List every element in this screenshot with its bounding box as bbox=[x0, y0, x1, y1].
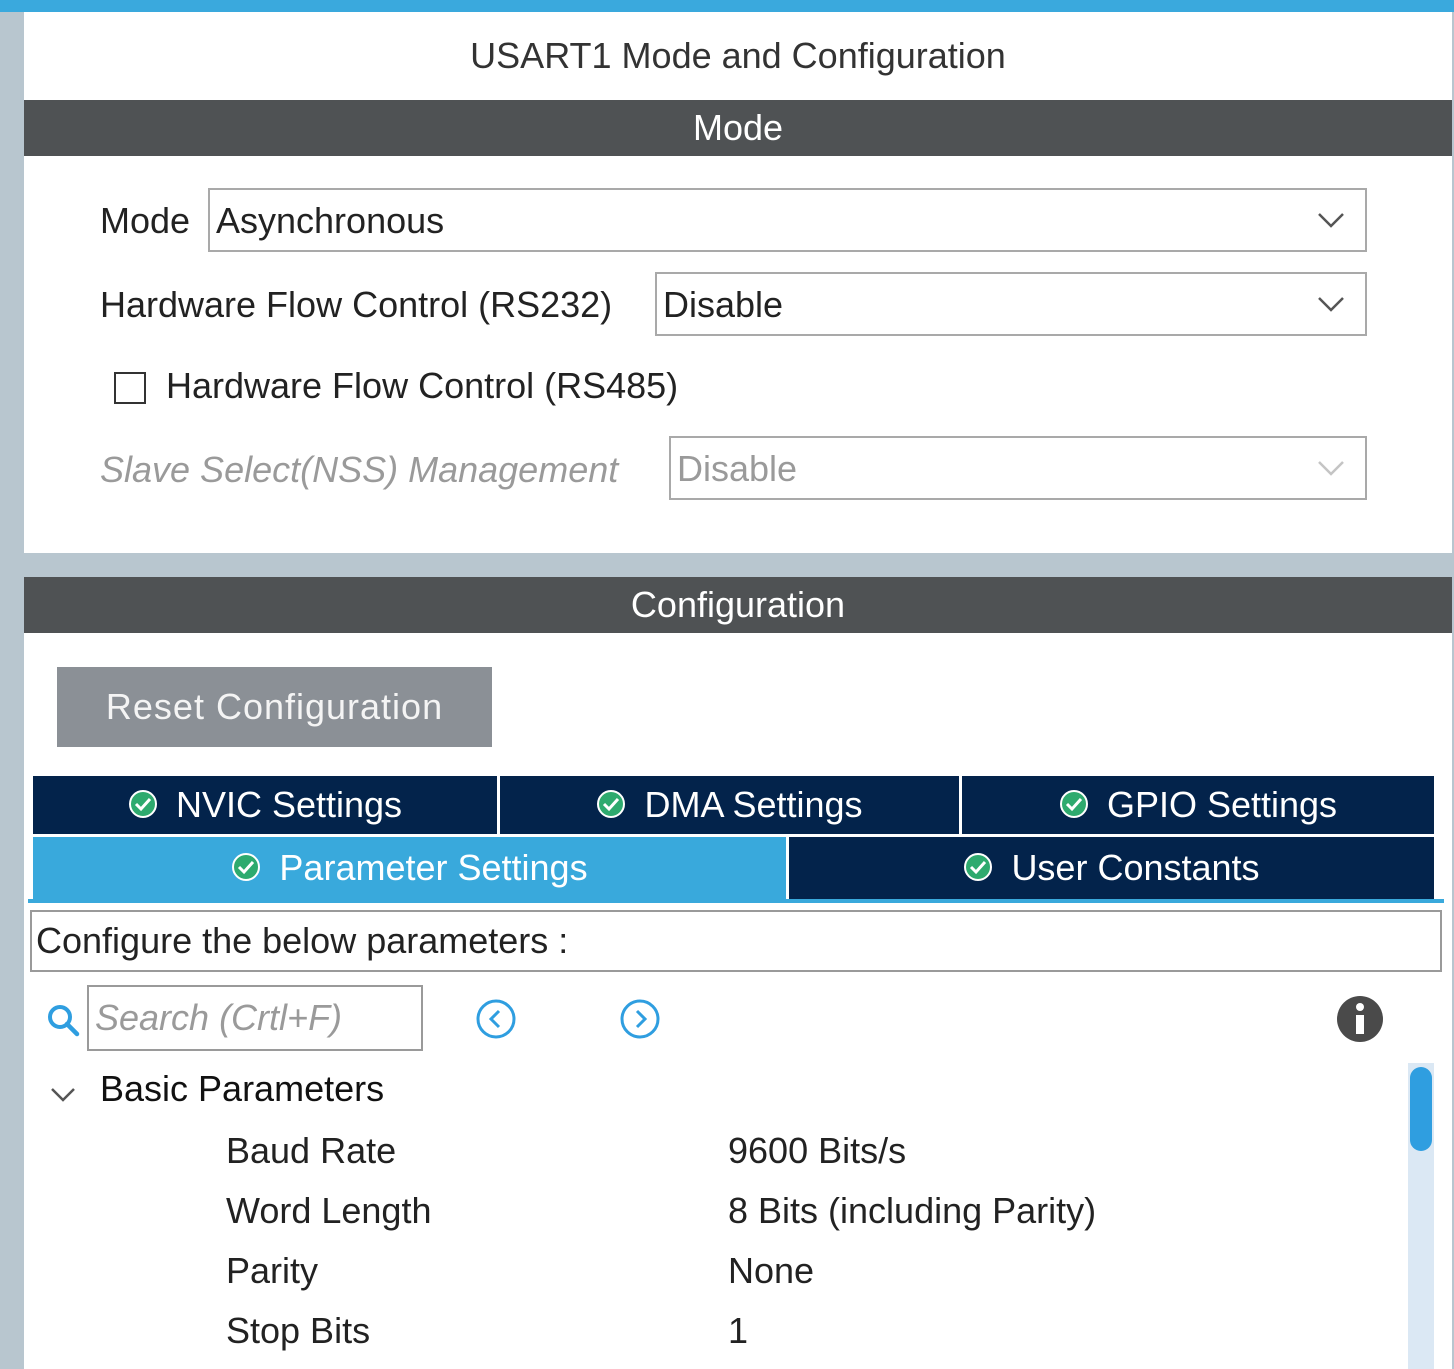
rs485-label: Hardware Flow Control (RS485) bbox=[166, 365, 679, 406]
nss-select: Disable bbox=[669, 436, 1367, 500]
param-name[interactable]: Parity bbox=[226, 1247, 318, 1295]
param-value[interactable]: 9600 Bits/s bbox=[728, 1127, 906, 1175]
param-name[interactable]: Baud Rate bbox=[226, 1127, 396, 1175]
tab-label: NVIC Settings bbox=[175, 784, 403, 825]
rs232-select-value: Disable bbox=[663, 284, 784, 325]
chevron-down-icon[interactable] bbox=[48, 1079, 78, 1109]
left-edge-bar bbox=[0, 12, 24, 1369]
tab-label: DMA Settings bbox=[644, 784, 863, 825]
tab-gpio-settings[interactable]: GPIO Settings bbox=[962, 776, 1434, 834]
param-name[interactable]: Stop Bits bbox=[226, 1307, 370, 1355]
chevron-down-icon bbox=[1318, 461, 1344, 476]
mode-section-header: Mode bbox=[24, 100, 1452, 156]
param-name[interactable]: Word Length bbox=[226, 1187, 431, 1235]
nss-label: Slave Select(NSS) Management bbox=[100, 449, 619, 490]
mode-label: Mode bbox=[100, 200, 191, 241]
tab-label: GPIO Settings bbox=[1106, 784, 1338, 825]
chevron-down-icon bbox=[1318, 213, 1344, 228]
check-circle-icon bbox=[964, 853, 993, 882]
rs232-select[interactable]: Disable bbox=[655, 272, 1367, 336]
tab-underline bbox=[28, 899, 1444, 903]
page-title: USART1 Mode and Configuration bbox=[470, 35, 1006, 76]
tab-nvic-settings[interactable]: NVIC Settings bbox=[33, 776, 497, 834]
info-icon[interactable] bbox=[1336, 995, 1384, 1043]
param-value[interactable]: 8 Bits (including Parity) bbox=[728, 1187, 1096, 1235]
chevron-down-icon bbox=[1318, 297, 1344, 312]
tab-dma-settings[interactable]: DMA Settings bbox=[500, 776, 959, 834]
search-placeholder: Search (Crtl+F) bbox=[95, 997, 343, 1038]
basic-parameters-group[interactable]: Basic Parameters bbox=[100, 1065, 384, 1113]
rs232-label: Hardware Flow Control (RS232) bbox=[100, 284, 613, 325]
check-circle-icon bbox=[1059, 790, 1088, 819]
search-input[interactable]: Search (Crtl+F) bbox=[87, 985, 423, 1051]
chevron-right-circle-icon[interactable] bbox=[619, 998, 661, 1040]
check-circle-icon bbox=[597, 790, 626, 819]
configure-hint-box: Configure the below parameters : bbox=[30, 910, 1442, 972]
window-top-accent-bar bbox=[0, 0, 1454, 12]
configuration-panel: Configuration Reset Configuration NVIC S… bbox=[24, 577, 1452, 1369]
configuration-section-header: Configuration bbox=[24, 577, 1452, 633]
param-value[interactable]: None bbox=[728, 1247, 814, 1295]
tab-label: User Constants bbox=[1011, 847, 1260, 888]
tab-parameter-settings[interactable]: Parameter Settings bbox=[33, 837, 786, 899]
tab-user-constants[interactable]: User Constants bbox=[789, 837, 1434, 899]
scrollbar-thumb[interactable] bbox=[1410, 1067, 1432, 1151]
mode-select-value: Asynchronous bbox=[216, 200, 445, 241]
chevron-left-circle-icon[interactable] bbox=[475, 998, 517, 1040]
reset-configuration-button[interactable]: Reset Configuration bbox=[57, 667, 492, 747]
rs485-checkbox[interactable] bbox=[114, 372, 146, 404]
tab-label: Parameter Settings bbox=[279, 847, 588, 888]
mode-panel: USART1 Mode and Configuration Mode Mode … bbox=[24, 12, 1452, 553]
mode-select[interactable]: Asynchronous bbox=[208, 188, 1367, 252]
search-icon[interactable] bbox=[46, 1003, 80, 1037]
nss-select-value: Disable bbox=[677, 448, 798, 489]
param-value[interactable]: 1 bbox=[728, 1307, 748, 1355]
check-circle-icon bbox=[128, 790, 157, 819]
check-circle-icon bbox=[232, 853, 261, 882]
